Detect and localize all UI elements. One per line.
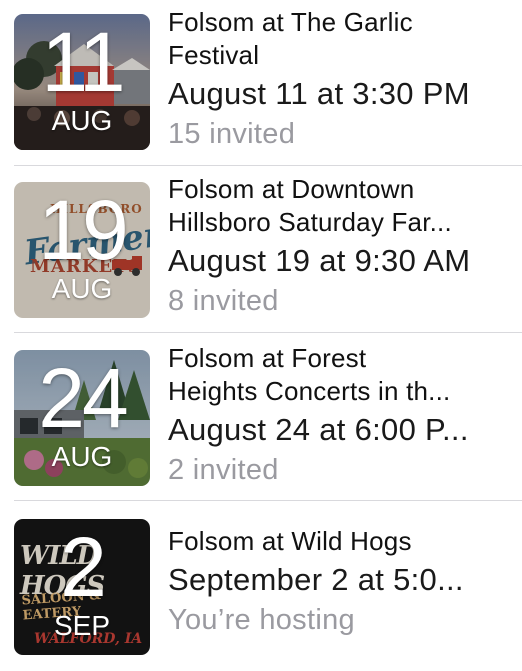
event-title[interactable]: Folsom at The Garlic Festival — [168, 6, 514, 72]
event-row[interactable]: WILD HOGS SALOON & EATERY WALFORD, IA 2 … — [0, 501, 522, 671]
event-month: AUG — [51, 105, 113, 136]
event-info: Folsom at The Garlic Festival August 11 … — [168, 6, 514, 154]
event-thumbnail[interactable]: 24 AUG — [14, 350, 150, 486]
event-day: 19 — [38, 183, 128, 277]
event-row[interactable]: HILLSBORO Farmers' MARKETS 19 AUG Folsom… — [0, 166, 522, 333]
event-day: 24 — [38, 351, 128, 445]
event-day: 2 — [60, 520, 107, 614]
event-title[interactable]: Folsom at Forest Heights Concerts in th.… — [168, 342, 514, 408]
event-thumbnail[interactable]: HILLSBORO Farmers' MARKETS 19 AUG — [14, 182, 150, 318]
event-month: AUG — [51, 441, 113, 472]
event-list: 11 AUG Folsom at The Garlic Festival Aug… — [0, 0, 522, 671]
event-datetime: August 11 at 3:30 PM — [168, 76, 470, 111]
event-title[interactable]: Folsom at Wild Hogs — [168, 525, 514, 558]
event-title[interactable]: Folsom at Downtown Hillsboro Saturday Fa… — [168, 173, 514, 239]
event-thumbnail[interactable]: 11 AUG — [14, 14, 150, 150]
event-status: 15 invited — [168, 118, 296, 150]
event-day: 11 — [41, 15, 125, 109]
event-info: Folsom at Wild Hogs September 2 at 5:0..… — [168, 525, 514, 640]
event-month: AUG — [51, 273, 113, 304]
event-info: Folsom at Forest Heights Concerts in th.… — [168, 342, 514, 490]
event-month: SEP — [53, 610, 111, 641]
event-datetime: August 19 at 9:30 AM — [168, 243, 471, 278]
event-thumbnail[interactable]: WILD HOGS SALOON & EATERY WALFORD, IA 2 … — [14, 519, 150, 655]
event-status: You’re hosting — [168, 604, 355, 636]
event-datetime: August 24 at 6:00 P... — [168, 412, 469, 447]
event-status: 2 invited — [168, 454, 279, 486]
event-info: Folsom at Downtown Hillsboro Saturday Fa… — [168, 173, 514, 321]
event-status: 8 invited — [168, 285, 279, 317]
event-datetime: September 2 at 5:0... — [168, 562, 464, 597]
event-row[interactable]: 11 AUG Folsom at The Garlic Festival Aug… — [0, 0, 522, 166]
event-row[interactable]: 24 AUG Folsom at Forest Heights Concerts… — [0, 333, 522, 501]
